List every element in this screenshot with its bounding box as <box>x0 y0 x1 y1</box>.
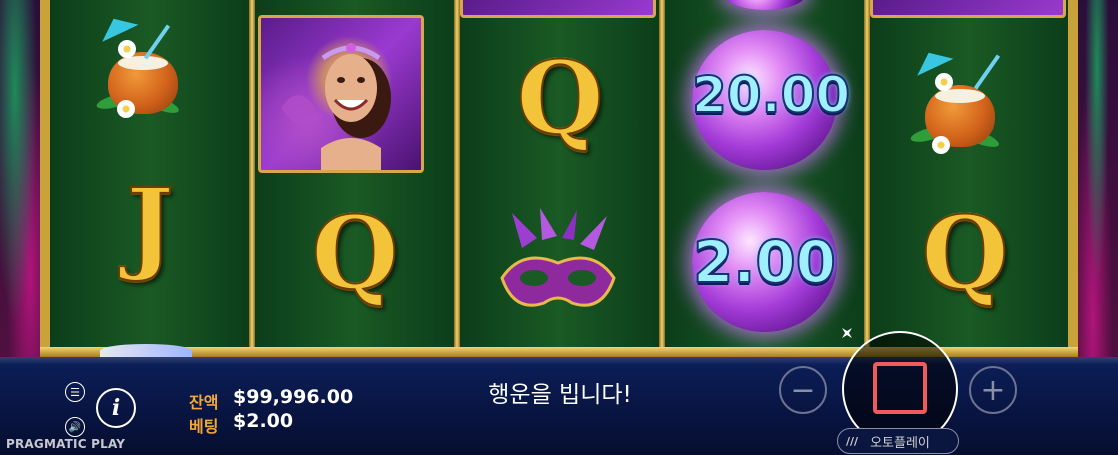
symbol-q: Q <box>920 193 1009 313</box>
disco-ball-icon: 2.00 <box>692 192 837 332</box>
increase-bet-button[interactable]: + <box>969 366 1017 414</box>
disco-ball-value: 20.00 <box>691 65 851 125</box>
symbol-peek-dancer <box>870 0 1066 18</box>
autoplay-label: 오토플레이 <box>870 435 930 451</box>
menu-icon[interactable]: ☰ <box>65 382 85 402</box>
symbol-q: Q <box>310 193 399 313</box>
symbol-q: Q <box>515 38 604 158</box>
autoplay-icon: /// <box>846 434 859 448</box>
info-button[interactable]: i <box>96 388 136 428</box>
sound-icon[interactable]: 🔊 <box>65 417 85 437</box>
stop-icon[interactable] <box>873 362 927 414</box>
disco-ball-value: 2.00 <box>692 227 837 297</box>
disco-ball-icon: 20.00 <box>691 30 851 170</box>
bet-label: 베팅 <box>189 417 219 436</box>
balance-label: 잔액 <box>189 393 219 412</box>
decrease-bet-button[interactable]: − <box>779 366 827 414</box>
balance-value: $99,996.00 <box>233 386 354 408</box>
brand-logo: PRAGMATIC PLAY <box>6 437 126 451</box>
bet-value: $2.00 <box>233 410 294 432</box>
symbol-peek-bottom <box>100 344 192 358</box>
autoplay-button[interactable]: /// 오토플레이 <box>837 428 959 454</box>
symbol-peek-dancer <box>460 0 656 18</box>
symbol-j: J <box>125 165 174 285</box>
carnival-mask-icon <box>492 208 624 330</box>
carnival-dancer-icon <box>258 15 424 173</box>
status-message: 행운을 빕니다! <box>488 382 632 408</box>
